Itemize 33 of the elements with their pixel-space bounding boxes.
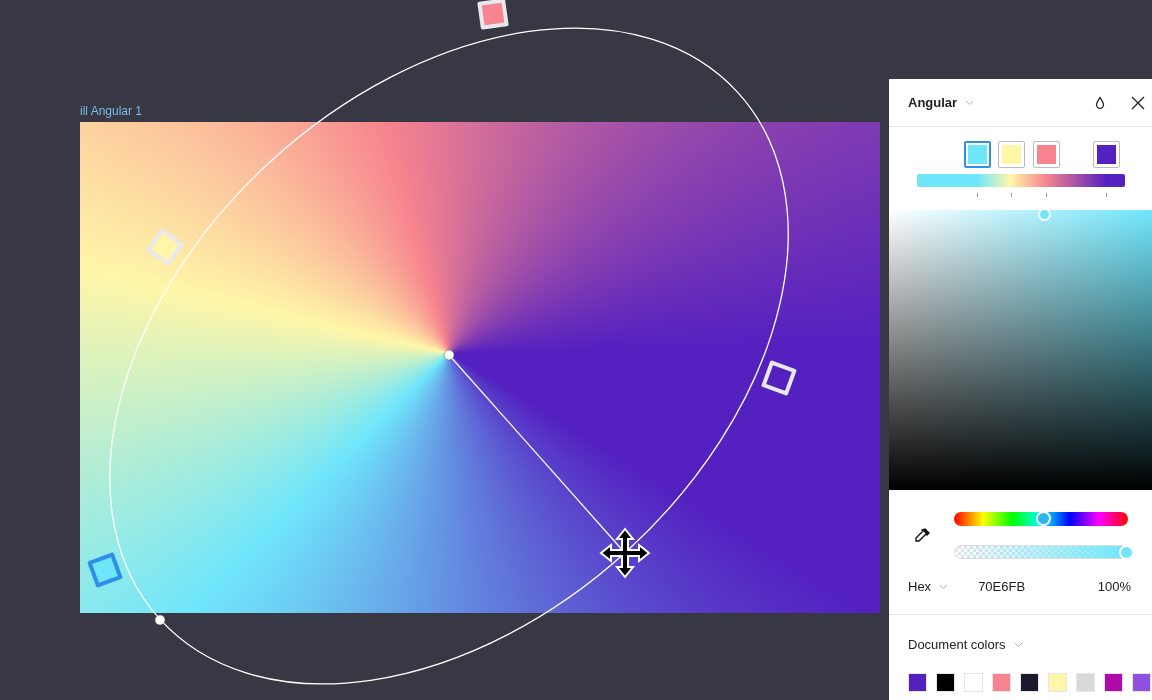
stop-tick[interactable] — [1010, 193, 1012, 197]
hue-slider-thumb[interactable] — [1036, 511, 1052, 526]
stop-tick[interactable] — [1045, 193, 1047, 197]
document-color-swatch[interactable] — [908, 672, 927, 692]
gradient-radius-handle[interactable] — [154, 614, 166, 626]
document-colors-dropdown[interactable]: Document colors — [908, 635, 1023, 655]
color-area-thumb[interactable] — [1038, 208, 1051, 221]
caret-icon — [965, 99, 975, 106]
hex-value-field[interactable]: 70E6FB — [978, 576, 1026, 597]
document-color-swatch[interactable] — [992, 672, 1011, 692]
move-cursor-icon — [599, 527, 651, 579]
hue-slider[interactable] — [954, 512, 1128, 526]
document-color-swatch[interactable] — [964, 672, 983, 692]
opacity-slider-thumb[interactable] — [1119, 545, 1134, 560]
document-color-swatch[interactable] — [1132, 672, 1151, 692]
eyedropper-icon[interactable] — [913, 526, 931, 545]
document-color-swatch[interactable] — [1076, 672, 1095, 692]
saturation-brightness-area[interactable] — [889, 210, 1152, 490]
gradient-type-dropdown[interactable]: Angular — [908, 92, 975, 113]
document-color-swatch[interactable] — [1048, 672, 1067, 692]
drop-icon[interactable] — [1094, 95, 1106, 110]
close-icon[interactable] — [1131, 95, 1145, 110]
color-format-dropdown[interactable]: Hex — [908, 576, 949, 597]
stop-tick[interactable] — [977, 193, 979, 197]
document-color-swatch[interactable] — [1104, 672, 1123, 692]
frame-label: ill Angular 1 — [80, 105, 143, 117]
opacity-value-field[interactable]: 100% — [1097, 576, 1131, 597]
caret-icon — [939, 583, 949, 590]
stop-tick[interactable] — [1106, 193, 1108, 197]
document-color-swatch[interactable] — [936, 672, 955, 692]
caret-icon — [1013, 641, 1023, 648]
document-color-swatch[interactable] — [1020, 672, 1039, 692]
gradient-center-handle[interactable] — [443, 349, 455, 361]
